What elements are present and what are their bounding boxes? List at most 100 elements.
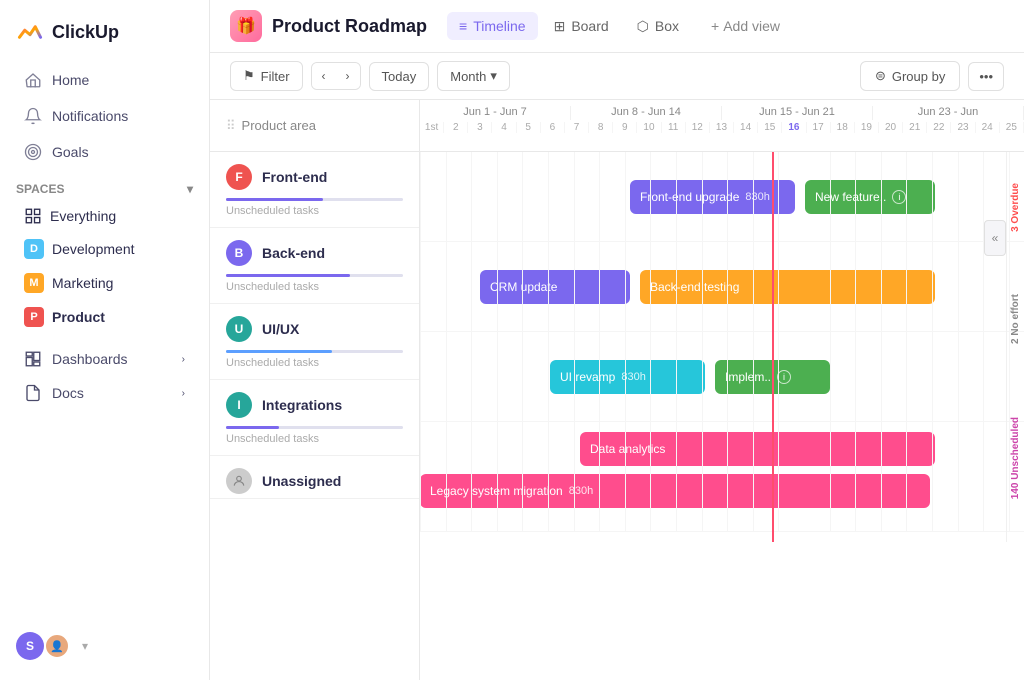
- gantt-header: Jun 1 - Jun 7 Jun 8 - Jun 14 Jun 15 - Ju…: [420, 100, 1024, 152]
- today-line: [772, 152, 774, 542]
- gantt-row-uiux: UI revamp 830h Implem.. i: [420, 332, 1024, 422]
- info-icon-impl: i: [777, 370, 791, 384]
- gantt-container: ⠿ Product area F Front-end Unscheduled t…: [210, 100, 1024, 680]
- bar-frontend-upgrade[interactable]: Front-end upgrade 830h: [630, 180, 795, 214]
- add-view-button[interactable]: + Add view: [699, 12, 792, 40]
- day-cell-16: 16: [782, 122, 806, 133]
- backend-group-header: B Back-end: [210, 228, 419, 270]
- box-icon: ⬡: [637, 18, 649, 35]
- gantt-row-frontend: Front-end upgrade 830h New feature.. i: [420, 152, 1024, 242]
- gantt-group-frontend: F Front-end Unscheduled tasks: [210, 152, 419, 228]
- date-days-row: 1st2345678910111213141516171819202122232…: [420, 120, 1024, 135]
- filter-button[interactable]: ⚑ Filter: [230, 61, 303, 91]
- project-title: Product Roadmap: [272, 16, 427, 37]
- today-button[interactable]: Today: [369, 62, 430, 91]
- marketing-label: Marketing: [52, 275, 113, 291]
- uiux-unscheduled: Unscheduled tasks: [210, 355, 419, 379]
- sidebar-docs[interactable]: Docs ›: [8, 376, 201, 410]
- bar-new-feature[interactable]: New feature.. i: [805, 180, 935, 214]
- day-cell-4: 4: [492, 122, 516, 133]
- info-icon: i: [892, 190, 906, 204]
- unassigned-name: Unassigned: [262, 473, 341, 489]
- day-cell-21: 21: [903, 122, 927, 133]
- group-by-button[interactable]: ⊜ Group by: [860, 61, 960, 91]
- day-cell-7: 7: [565, 122, 589, 133]
- next-arrow-button[interactable]: ›: [336, 63, 360, 89]
- tab-timeline[interactable]: ≡ Timeline: [447, 12, 538, 40]
- plus-icon: +: [711, 18, 719, 34]
- product-avatar: P: [24, 307, 44, 327]
- filter-icon: ⚑: [243, 68, 255, 84]
- gantt-group-unassigned: Unassigned: [210, 456, 419, 499]
- dashboards-label: Dashboards: [52, 351, 128, 367]
- side-labels-panel: 3 Overdue 2 No effort 140 Unscheduled: [1006, 152, 1024, 542]
- month-button[interactable]: Month ▾: [437, 61, 510, 91]
- integrations-unscheduled: Unscheduled tasks: [210, 431, 419, 455]
- gantt-group-backend: B Back-end Unscheduled tasks: [210, 228, 419, 304]
- gantt-group-uiux: U UI/UX Unscheduled tasks: [210, 304, 419, 380]
- app-name: ClickUp: [52, 22, 119, 43]
- backend-name: Back-end: [262, 245, 325, 261]
- bar-ui-revamp[interactable]: UI revamp 830h: [550, 360, 705, 394]
- user-avatar-primary: S: [16, 632, 44, 660]
- bar-backend-testing[interactable]: Back-end testing: [640, 270, 935, 304]
- integrations-name: Integrations: [262, 397, 342, 413]
- sidebar-item-everything[interactable]: Everything: [8, 200, 201, 232]
- integrations-group-header: I Integrations: [210, 380, 419, 422]
- day-cell-8: 8: [589, 122, 613, 133]
- day-cell-2: 2: [444, 122, 468, 133]
- nav-notifications[interactable]: Notifications: [8, 98, 201, 134]
- gantt-right-panel[interactable]: Jun 1 - Jun 7 Jun 8 - Jun 14 Jun 15 - Ju…: [420, 100, 1024, 680]
- top-bar: 🎁 Product Roadmap ≡ Timeline ⊞ Board ⬡ B…: [210, 0, 1024, 53]
- frontend-group-header: F Front-end: [210, 152, 419, 194]
- sidebar-everything-label: Everything: [50, 208, 116, 224]
- uiux-progress: [210, 346, 419, 355]
- chevron-down-icon[interactable]: ▾: [187, 182, 193, 196]
- backend-progress: [210, 270, 419, 279]
- nav-goals-label: Goals: [52, 144, 89, 160]
- sidebar-dashboards[interactable]: Dashboards ›: [8, 342, 201, 376]
- board-icon: ⊞: [554, 18, 566, 35]
- tab-box[interactable]: ⬡ Box: [625, 12, 691, 41]
- uiux-name: UI/UX: [262, 321, 299, 337]
- day-cell-3: 3: [468, 122, 492, 133]
- main-content: 🎁 Product Roadmap ≡ Timeline ⊞ Board ⬡ B…: [210, 0, 1024, 680]
- everything-icon: [24, 207, 42, 225]
- day-cell-14: 14: [734, 122, 758, 133]
- integrations-progress: [210, 422, 419, 431]
- uiux-group-header: U UI/UX: [210, 304, 419, 346]
- backend-unscheduled: Unscheduled tasks: [210, 279, 419, 303]
- collapse-button[interactable]: «: [984, 220, 1006, 256]
- nav-goals[interactable]: Goals: [8, 134, 201, 170]
- sidebar-item-marketing[interactable]: M Marketing: [8, 266, 201, 300]
- integrations-avatar: I: [226, 392, 252, 418]
- date-ranges: Jun 1 - Jun 7 Jun 8 - Jun 14 Jun 15 - Ju…: [420, 100, 1024, 120]
- bar-data-analytics[interactable]: Data analytics: [580, 432, 935, 466]
- tab-board[interactable]: ⊞ Board: [542, 12, 621, 41]
- backend-avatar: B: [226, 240, 252, 266]
- group-by-icon: ⊜: [875, 68, 886, 84]
- frontend-progress: [210, 194, 419, 203]
- date-range-2: Jun 8 - Jun 14: [571, 106, 722, 120]
- day-cell-20: 20: [879, 122, 903, 133]
- bar-hours: 830h: [745, 191, 769, 203]
- nav-home[interactable]: Home: [8, 62, 201, 98]
- user-area: S 👤 ▾: [0, 624, 209, 668]
- development-avatar: D: [24, 239, 44, 259]
- gantt-row-integrations: Data analytics Legacy system migration 8…: [420, 422, 1024, 532]
- side-label-no-effort: 2 No effort: [1006, 263, 1024, 374]
- sidebar-item-product[interactable]: P Product: [8, 300, 201, 334]
- user-dropdown-icon[interactable]: ▾: [82, 639, 88, 653]
- prev-arrow-button[interactable]: ‹: [312, 63, 336, 89]
- date-range-1: Jun 1 - Jun 7: [420, 106, 571, 120]
- day-cell-5: 5: [517, 122, 541, 133]
- gantt-row-backend: CRM update Back-end testing: [420, 242, 1024, 332]
- more-options-button[interactable]: •••: [968, 62, 1004, 91]
- sidebar-item-development[interactable]: D Development: [8, 232, 201, 266]
- nav-home-label: Home: [52, 72, 89, 88]
- bar-crm-update[interactable]: CRM update: [480, 270, 630, 304]
- development-label: Development: [52, 241, 135, 257]
- bar-legacy-migration[interactable]: Legacy system migration 830h: [420, 474, 930, 508]
- logo: ClickUp: [0, 12, 209, 62]
- day-cell-12: 12: [686, 122, 710, 133]
